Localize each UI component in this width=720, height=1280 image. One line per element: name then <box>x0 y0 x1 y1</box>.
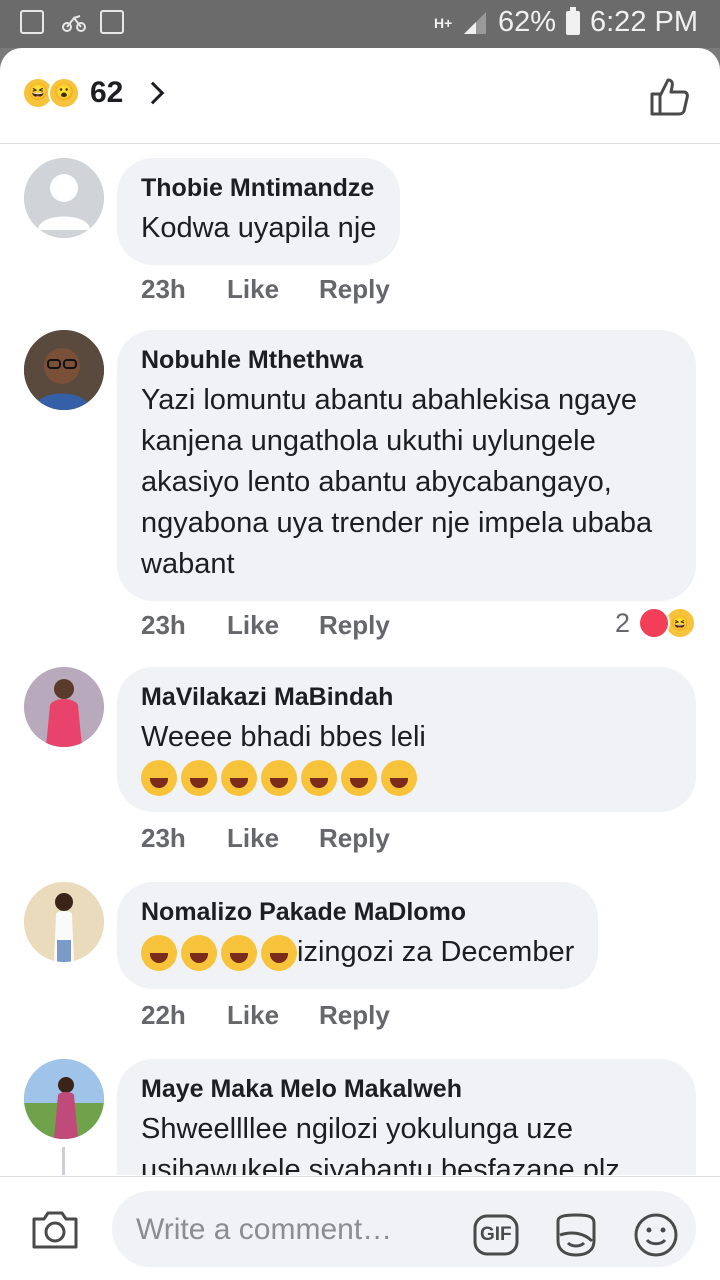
like-button[interactable]: Like <box>227 1000 319 1031</box>
avatar[interactable] <box>24 158 104 238</box>
thinking-emoji-icon <box>381 760 417 796</box>
comment-author[interactable]: MaVilakazi MaBindah <box>141 681 672 713</box>
comment-time: 23h <box>141 610 186 640</box>
rofl-emoji-icon <box>181 760 217 796</box>
rofl-emoji-icon <box>261 760 297 796</box>
rofl-emoji-icon <box>261 934 297 971</box>
gallery-icon <box>20 10 44 34</box>
comment-author[interactable]: Nobuhle Mthethwa <box>141 344 672 376</box>
comment-text: izingozi za December <box>297 936 575 968</box>
sticker-icon[interactable] <box>552 1211 600 1259</box>
rofl-emoji-icon <box>221 760 257 796</box>
reply-button[interactable]: Reply <box>319 274 390 305</box>
like-button[interactable]: Like <box>227 274 319 305</box>
reply-button[interactable]: Reply <box>319 823 390 854</box>
chevron-right-icon <box>142 81 165 105</box>
comment-bubble[interactable]: MaVilakazi MaBindah Weeee bhadi bbes lel… <box>117 667 696 812</box>
like-thumb-icon[interactable] <box>648 74 692 118</box>
comment-reactions[interactable]: 2 😆 <box>615 607 696 639</box>
avatar[interactable] <box>24 667 104 747</box>
comment-list: Thobie Mntimandze Kodwa uyapila nje 23h … <box>0 145 720 1175</box>
comment-actions: 23h Like Reply <box>141 823 390 854</box>
comment-item: Nomalizo Pakade MaDlomo izingozi za Dece… <box>0 882 720 1032</box>
comment-text: Shweellllee ngilozi yokulunga uze usihaw… <box>141 1113 620 1175</box>
comment-time: 23h <box>141 823 186 853</box>
gif-label: GIF <box>480 1224 512 1245</box>
emoji-icon[interactable] <box>632 1211 680 1259</box>
comment-line: izingozi za December <box>141 932 574 973</box>
like-button[interactable]: Like <box>227 610 319 641</box>
status-bar: H+ 62% 6:22 PM <box>0 0 720 48</box>
avatar[interactable] <box>24 1059 104 1139</box>
comment-author[interactable]: Maye Maka Melo Makalweh <box>141 1073 672 1105</box>
rofl-emoji-icon <box>141 934 177 971</box>
network-type: H+ <box>433 14 453 31</box>
comments-sheet: 😆 😮 62 Thobie Mntimandze Kodwa uyapila n… <box>0 48 720 1280</box>
comment-item: MaVilakazi MaBindah Weeee bhadi bbes lel… <box>0 667 720 857</box>
comment-reaction-count: 2 <box>614 607 630 638</box>
comment-author[interactable]: Nomalizo Pakade MaDlomo <box>141 896 574 928</box>
sheet-header: 😆 😮 62 <box>0 48 720 144</box>
reply-button[interactable]: Reply <box>319 1000 390 1031</box>
comment-bubble[interactable]: Nobuhle Mthethwa Yazi lomuntu abantu aba… <box>117 330 696 601</box>
rofl-emoji-icon <box>341 760 377 796</box>
comment-author[interactable]: Thobie Mntimandze <box>141 172 376 204</box>
reaction-count: 62 <box>90 76 124 109</box>
avatar[interactable] <box>24 330 104 410</box>
comment-item: Nobuhle Mthethwa Yazi lomuntu abantu aba… <box>0 330 720 650</box>
comment-actions: 23h Like Reply <box>141 274 390 305</box>
signal-icon <box>462 10 488 36</box>
love-reaction-icon <box>638 607 670 639</box>
comment-bubble[interactable]: Maye Maka Melo Makalweh Shweellllee ngil… <box>117 1059 696 1175</box>
reply-button[interactable]: Reply <box>319 610 390 641</box>
comment-item: Thobie Mntimandze Kodwa uyapila nje 23h … <box>0 158 720 318</box>
comment-actions: 23h Like Reply <box>141 610 390 641</box>
battery-icon <box>566 6 580 35</box>
scooter-icon <box>60 10 86 34</box>
comment-time: 23h <box>141 274 186 304</box>
camera-icon[interactable] <box>30 1209 80 1251</box>
wow-reaction-icon: 😮 <box>48 77 80 109</box>
sad-emoji-icon <box>221 934 257 971</box>
comment-text: Kodwa uyapila nje <box>141 212 377 244</box>
comment-bubble[interactable]: Thobie Mntimandze Kodwa uyapila nje <box>117 158 401 265</box>
rofl-emoji-icon <box>301 760 337 796</box>
avatar[interactable] <box>24 882 104 962</box>
rofl-emoji-icon <box>141 760 177 796</box>
comment-input[interactable]: Write a comment… GIF <box>112 1191 696 1267</box>
battery-percent: 62% <box>497 6 556 38</box>
emoji-row <box>141 760 672 796</box>
rofl-emoji-icon <box>181 934 217 971</box>
recycle-icon <box>100 10 124 34</box>
reactions-summary[interactable]: 😆 😮 62 <box>22 76 165 110</box>
comment-composer: Write a comment… GIF <box>0 1176 720 1280</box>
comment-text: Yazi lomuntu abantu abahlekisa ngaye kan… <box>141 384 653 580</box>
comment-time: 22h <box>141 1000 186 1030</box>
comment-actions: 22h Like Reply <box>141 1000 390 1031</box>
gif-button[interactable]: GIF <box>472 1211 520 1259</box>
like-button[interactable]: Like <box>227 823 319 854</box>
comment-input-placeholder: Write a comment… <box>136 1213 393 1246</box>
clock: 6:22 PM <box>590 6 698 38</box>
comment-item: Maye Maka Melo Makalweh Shweellllee ngil… <box>0 1059 720 1175</box>
comment-text: Weeee bhadi bbes leli <box>141 721 426 753</box>
thread-line <box>62 1147 65 1175</box>
comment-bubble[interactable]: Nomalizo Pakade MaDlomo izingozi za Dece… <box>117 882 599 989</box>
